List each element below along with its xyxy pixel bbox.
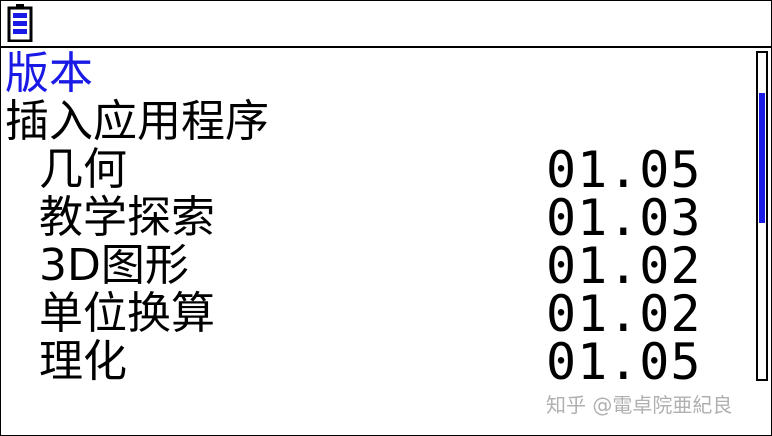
app-version: 01.03 [546,189,702,247]
app-name: 单位换算 [39,288,215,339]
watermark: 知乎 @電卓院亜紀良 [546,393,733,417]
scrollbar[interactable] [756,51,768,381]
app-version: 01.05 [546,141,702,199]
app-name: 3D图形 [39,240,189,291]
section-heading: 插入应用程序 [5,96,269,147]
battery-icon [7,4,33,42]
app-version: 01.05 [546,333,702,391]
app-name: 教学探索 [39,192,215,243]
calculator-screen: 版本 插入应用程序 几何 01.05 教学探索 01.03 3D图形 01.02… [0,0,772,436]
version-list: 版本 插入应用程序 几何 01.05 教学探索 01.03 3D图形 01.02… [1,48,753,435]
scrollbar-thumb[interactable] [759,93,765,223]
app-version: 01.02 [546,285,702,343]
app-name: 几何 [39,144,127,195]
app-name: 理化 [39,336,127,387]
status-bar [1,1,771,48]
app-version: 01.02 [546,237,702,295]
page-title: 版本 [5,48,93,99]
